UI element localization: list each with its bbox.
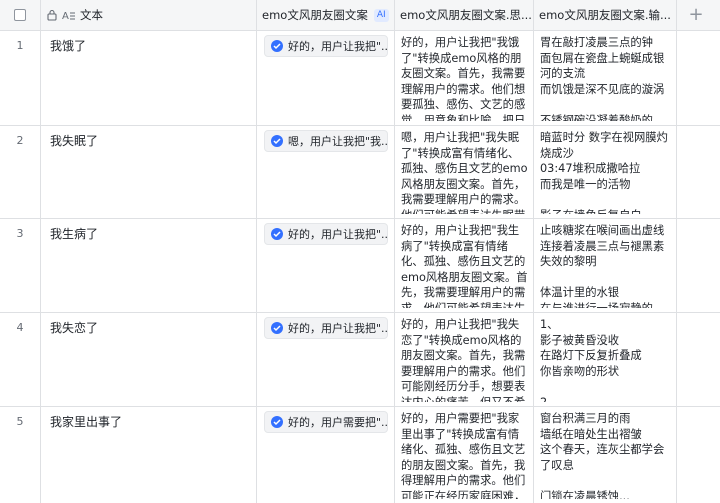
data-table: A 文本 emo文风朋友圈文案 AI emo文风朋友圈文案.思... emo文风… [0, 0, 720, 503]
ai-chip-text: 好的，用户让我把"... [288, 40, 388, 53]
column-divider [394, 0, 395, 503]
cell-thinking[interactable]: 好的，用户让我把"我生病了"转换成富有情绪化、孤独、感伤且文艺的emo风格朋友圈… [401, 223, 529, 308]
ai-chip[interactable]: 好的，用户让我把"... [264, 317, 388, 339]
table-row[interactable]: 5 我家里出事了 好的，用户需要把"... 好的，用户需要把"我家里出事了"转换… [0, 407, 720, 503]
column-header-emo[interactable]: emo文风朋友圈文案 AI [262, 0, 392, 30]
column-header-thinking[interactable]: emo文风朋友圈文案.思... [400, 0, 534, 30]
ai-sparkle-icon [271, 228, 283, 240]
column-header-output[interactable]: emo文风朋友圈文案.输... [539, 0, 675, 30]
svg-text:A: A [62, 11, 69, 21]
table-row[interactable]: 2 我失眠了 嗯，用户让我把"我... 嗯，用户让我把"我失眠了"转换成富有情绪… [0, 126, 720, 219]
text-field-icon: A [62, 11, 75, 21]
column-divider [676, 0, 677, 503]
cell-text[interactable]: 我失恋了 [50, 319, 98, 336]
column-divider [533, 0, 534, 503]
row-number: 3 [16, 227, 24, 240]
cell-output[interactable]: 1、 影子被黄昏没收 在路灯下反复折叠成 你皆亲吻的形状 2、... [540, 317, 674, 402]
cell-thinking[interactable]: 好的，用户让我把"我失恋了"转换成emo风格的朋友圈文案。首先，我需要理解用户的… [401, 317, 529, 402]
ai-chip[interactable]: 好的，用户需要把"... [264, 411, 388, 433]
cell-text[interactable]: 我饿了 [50, 37, 86, 54]
table-row[interactable]: 3 我生病了 好的，用户让我把"... 好的，用户让我把"我生病了"转换成富有情… [0, 219, 720, 313]
ai-sparkle-icon [271, 416, 283, 428]
column-header-thinking-label: emo文风朋友圈文案.思... [400, 8, 532, 22]
plus-icon: + [688, 4, 704, 25]
column-header-text-label: 文本 [80, 8, 103, 22]
select-all-checkbox[interactable] [14, 9, 26, 21]
cell-output[interactable]: 暗蓝时分 数字在视网膜灼烧成沙 03:47堆积成撒哈拉 而我是唯一的活物 影子在… [540, 130, 674, 214]
cell-text[interactable]: 我生病了 [50, 225, 98, 242]
cell-text[interactable]: 我失眠了 [50, 132, 98, 149]
ai-chip-text: 嗯，用户让我把"我... [288, 135, 388, 148]
column-divider [40, 0, 41, 503]
ai-chip-text: 好的，用户让我把"... [288, 322, 388, 335]
cell-output[interactable]: 止咳糖浆在喉间画出虚线 连接着凌晨三点与褪黑素失效的黎明 体温计里的水银 在与谁… [540, 223, 674, 308]
ai-badge: AI [373, 8, 389, 22]
table-header: A 文本 emo文风朋友圈文案 AI emo文风朋友圈文案.思... emo文风… [0, 0, 720, 31]
row-number: 4 [16, 321, 24, 334]
row-number: 1 [16, 39, 24, 52]
cell-thinking[interactable]: 嗯，用户让我把"我失眠了"转换成富有情绪化、孤独、感伤且文艺的emo风格朋友圈文… [401, 130, 529, 214]
lock-icon [47, 9, 57, 21]
ai-chip[interactable]: 好的，用户让我把"... [264, 223, 388, 245]
add-column-button[interactable]: + [686, 4, 706, 26]
ai-sparkle-icon [271, 40, 283, 52]
ai-sparkle-icon [271, 322, 283, 334]
ai-chip-text: 好的，用户让我把"... [288, 228, 388, 241]
column-header-emo-label: emo文风朋友圈文案 [262, 8, 368, 22]
cell-output[interactable]: 胃在敲打凌晨三点的钟 面包屑在瓷盘上蜿蜒成银河的支流 而饥饿是深不见底的漩涡 不… [540, 35, 674, 121]
row-number: 5 [16, 415, 24, 428]
ai-chip-text: 好的，用户需要把"... [288, 416, 388, 429]
ai-sparkle-icon [271, 135, 283, 147]
ai-chip[interactable]: 好的，用户让我把"... [264, 35, 388, 57]
cell-thinking[interactable]: 好的，用户需要把"我家里出事了"转换成富有情绪化、孤独、感伤且文艺的朋友圈文案。… [401, 411, 529, 499]
table-row[interactable]: 4 我失恋了 好的，用户让我把"... 好的，用户让我把"我失恋了"转换成emo… [0, 313, 720, 407]
ai-chip[interactable]: 嗯，用户让我把"我... [264, 130, 388, 152]
cell-output[interactable]: 窗台积满三月的雨 墙纸在暗处生出褶皱 这个春天，连灰尘都学会了叹息 门锁在凌晨锈… [540, 411, 674, 499]
column-header-text[interactable]: A 文本 [46, 0, 246, 30]
cell-thinking[interactable]: 好的，用户让我把"我饿了"转换成emo风格的朋友圈文案。首先，我需要理解用户的需… [401, 35, 529, 121]
cell-text[interactable]: 我家里出事了 [50, 413, 122, 430]
table-row[interactable]: 1 我饿了 好的，用户让我把"... 好的，用户让我把"我饿了"转换成emo风格… [0, 31, 720, 126]
row-number: 2 [16, 134, 24, 147]
column-divider [256, 0, 257, 503]
select-all-checkbox-cell[interactable] [0, 0, 40, 30]
column-header-output-label: emo文风朋友圈文案.输... [539, 8, 671, 22]
